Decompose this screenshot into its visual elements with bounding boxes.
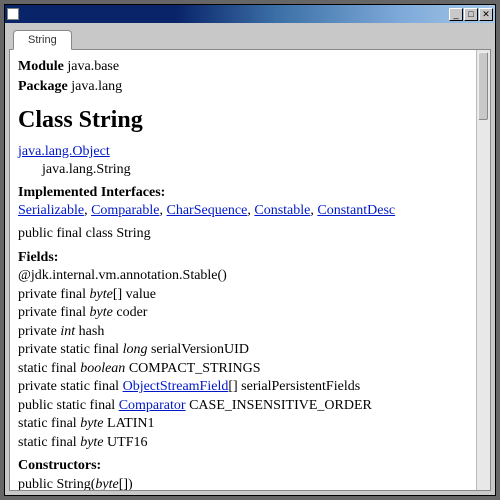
field-line: private final byte[] value	[18, 286, 466, 304]
field-rest: CASE_INSENSITIVE_ORDER	[186, 398, 372, 413]
field-type: int	[60, 324, 75, 339]
package-line: Package java.lang	[18, 78, 466, 96]
field-rest: UTF16	[104, 435, 148, 450]
field-type-link[interactable]: Comparator	[119, 398, 186, 413]
field-line: private static final ObjectStreamField[]…	[18, 378, 466, 396]
constructor-line: public String(byte[])	[18, 476, 466, 491]
module-value: java.base	[67, 59, 119, 74]
content-wrapper: Module java.base Package java.lang Class…	[9, 49, 491, 491]
field-type-link[interactable]: ObjectStreamField	[123, 379, 229, 394]
hierarchy: java.lang.Object java.lang.String	[18, 143, 466, 178]
ctor-mid: [])	[119, 477, 133, 491]
window-frame: _ □ ✕ String Module java.base Package ja…	[4, 4, 496, 496]
doc-content: Module java.base Package java.lang Class…	[10, 50, 476, 490]
field-pre: private	[18, 324, 60, 339]
class-declaration: public final class String	[18, 225, 466, 243]
field-pre: private static final	[18, 342, 123, 357]
hierarchy-parent-link[interactable]: java.lang.Object	[18, 144, 110, 159]
interface-link[interactable]: Comparable	[91, 203, 159, 218]
module-label: Module	[18, 59, 64, 74]
field-rest: hash	[75, 324, 104, 339]
close-button[interactable]: ✕	[479, 8, 493, 21]
window-controls: _ □ ✕	[449, 8, 493, 21]
field-pre: public static final	[18, 398, 119, 413]
field-pre: private final	[18, 287, 90, 302]
field-type: long	[123, 342, 148, 357]
maximize-button[interactable]: □	[464, 8, 478, 21]
interface-link[interactable]: ConstantDesc	[317, 203, 395, 218]
tab-string[interactable]: String	[13, 30, 72, 50]
field-rest: LATIN1	[104, 416, 155, 431]
ctor-pre: public String(	[18, 477, 95, 491]
field-pre: private final	[18, 305, 90, 320]
titlebar-left	[7, 8, 23, 20]
field-type: byte	[80, 435, 103, 450]
class-title: Class String	[18, 105, 466, 135]
field-rest: serialVersionUID	[147, 342, 248, 357]
field-line: private final byte coder	[18, 304, 466, 322]
titlebar: _ □ ✕	[5, 5, 495, 23]
field-type: byte	[80, 416, 103, 431]
field-line: static final byte UTF16	[18, 434, 466, 452]
field-pre: private static final	[18, 379, 123, 394]
field-rest: [] value	[113, 287, 156, 302]
package-value: java.lang	[71, 79, 122, 94]
fields-header: Fields:	[18, 249, 466, 267]
app-icon	[7, 8, 19, 20]
scroll-thumb[interactable]	[478, 52, 488, 120]
field-line: static final boolean COMPACT_STRINGS	[18, 360, 466, 378]
separator: ,	[160, 203, 167, 218]
field-line: private static final long serialVersionU…	[18, 341, 466, 359]
module-line: Module java.base	[18, 58, 466, 76]
implemented-interfaces-list: Serializable, Comparable, CharSequence, …	[18, 202, 466, 220]
constructors-list: public String(byte[])public String(byte[…	[18, 476, 466, 491]
field-rest: coder	[113, 305, 148, 320]
field-pre: static final	[18, 361, 80, 376]
ctor-param-type: byte	[95, 477, 118, 491]
field-type: byte	[90, 305, 113, 320]
fields-list: @jdk.internal.vm.annotation.Stable() priv…	[18, 267, 466, 451]
minimize-button[interactable]: _	[449, 8, 463, 21]
field-type: boolean	[80, 361, 125, 376]
field-rest: [] serialPersistentFields	[228, 379, 360, 394]
interface-link[interactable]: Serializable	[18, 203, 84, 218]
implemented-interfaces-header: Implemented Interfaces:	[18, 184, 466, 202]
field-pre: static final	[18, 435, 80, 450]
field-line: private int hash	[18, 323, 466, 341]
hierarchy-self: java.lang.String	[18, 161, 466, 179]
package-label: Package	[18, 79, 68, 94]
field-pre: static final	[18, 416, 80, 431]
interface-link[interactable]: CharSequence	[167, 203, 248, 218]
constructors-header: Constructors:	[18, 457, 466, 475]
field-line: @jdk.internal.vm.annotation.Stable()	[18, 267, 466, 285]
interface-link[interactable]: Constable	[254, 203, 310, 218]
field-pre: @jdk.internal.vm.annotation.Stable()	[18, 268, 227, 283]
field-rest: COMPACT_STRINGS	[125, 361, 260, 376]
field-type: byte	[90, 287, 113, 302]
vertical-scrollbar[interactable]	[476, 50, 490, 490]
tab-row: String	[5, 23, 495, 49]
field-line: static final byte LATIN1	[18, 415, 466, 433]
field-line: public static final Comparator CASE_INSE…	[18, 397, 466, 415]
